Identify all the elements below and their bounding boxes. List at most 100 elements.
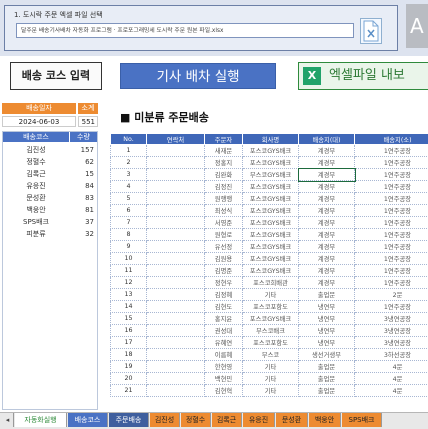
table-cell[interactable]: 20 — [111, 373, 147, 385]
table-cell[interactable]: 기타 — [243, 289, 299, 301]
table-cell[interactable]: 3냉연공장 — [355, 337, 428, 349]
table-cell[interactable]: 출업문 — [299, 289, 355, 301]
table-cell[interactable]: 김명준 — [205, 265, 243, 277]
table-row[interactable]: 11 김명준포스코GYS배크계경부1연주공장 — [111, 265, 428, 277]
column-header[interactable]: 주문자 — [205, 134, 243, 145]
table-cell[interactable] — [147, 193, 205, 205]
table-cell[interactable]: 냉연부 — [299, 325, 355, 337]
table-cell[interactable]: 1 — [111, 145, 147, 157]
table-cell[interactable]: 계경부 — [299, 265, 355, 277]
table-cell[interactable]: 냉연부 — [299, 301, 355, 313]
table-cell[interactable] — [147, 325, 205, 337]
table-row[interactable]: 15홍지윤포스코GYS배크냉연부3냉연공장 — [111, 313, 428, 325]
route-name[interactable]: 김록근 — [3, 169, 69, 181]
sheet-tab[interactable]: 정혈수 — [181, 413, 211, 427]
table-cell[interactable]: 출업문 — [299, 373, 355, 385]
table-cell[interactable]: 포스코GYS배크 — [243, 181, 299, 193]
table-cell[interactable]: 1연주공장 — [355, 193, 428, 205]
open-file-icon[interactable] — [360, 18, 382, 44]
tab-scroll-left[interactable]: ◂ — [2, 413, 14, 427]
table-cell[interactable]: 냉연부 — [299, 337, 355, 349]
table-cell[interactable] — [147, 145, 205, 157]
table-cell[interactable]: 새재문 — [205, 145, 243, 157]
table-cell[interactable]: 권성대 — [205, 325, 243, 337]
table-row[interactable]: 3김완화부스코GYS배크계경부1연주공장 — [111, 169, 428, 181]
table-cell[interactable]: 7 — [111, 217, 147, 229]
table-cell[interactable]: 1연주공장 — [355, 169, 428, 181]
table-cell[interactable]: 계경부 — [299, 229, 355, 241]
table-row[interactable]: 20 백현민기타출업문4문 — [111, 373, 428, 385]
table-cell[interactable]: 김현혁 — [205, 385, 243, 397]
table-cell[interactable]: 3하선공장 — [355, 349, 428, 361]
table-cell[interactable]: 3냉연공장 — [355, 313, 428, 325]
table-row[interactable]: 13김정혜기타출업문2문 — [111, 289, 428, 301]
table-cell[interactable]: 계경부 — [299, 277, 355, 289]
table-cell[interactable]: 14 — [111, 301, 147, 313]
table-cell[interactable]: 포스코GYS배크 — [243, 193, 299, 205]
column-header[interactable]: 연락처 — [147, 134, 205, 145]
table-row[interactable]: 16권성대부스코배크냉연부3냉연공장 — [111, 325, 428, 337]
table-cell[interactable]: 출업문 — [299, 361, 355, 373]
sheet-tab[interactable]: 김록근 — [212, 413, 242, 427]
table-cell[interactable] — [147, 241, 205, 253]
table-cell[interactable]: 10 — [111, 253, 147, 265]
table-cell[interactable]: 3 — [111, 169, 147, 181]
sheet-tab[interactable]: 주문배송 — [109, 413, 149, 427]
table-cell[interactable]: 포스코GYS배크 — [243, 265, 299, 277]
table-row[interactable]: 7서영준포스코GYS배크계경부1연주공장 — [111, 217, 428, 229]
sheet-tab[interactable]: 문성환 — [276, 413, 308, 427]
table-cell[interactable]: 4 — [111, 181, 147, 193]
table-cell[interactable] — [147, 205, 205, 217]
table-row[interactable]: 2정홍지포스코GYS배크계경부1연주공장 — [111, 157, 428, 169]
table-cell[interactable]: 부스코 — [243, 349, 299, 361]
table-cell[interactable]: 김정혜 — [205, 289, 243, 301]
table-cell[interactable] — [147, 385, 205, 397]
table-row[interactable]: 19한현영기타출업문4문 — [111, 361, 428, 373]
delivery-date-value[interactable]: 2024-06-03 — [2, 116, 76, 127]
table-cell[interactable]: 포스코희배관 — [243, 277, 299, 289]
table-cell[interactable]: 11 — [111, 265, 147, 277]
table-cell[interactable] — [147, 265, 205, 277]
table-row[interactable]: 12 정현우포스코희배관계경부1연주공장 — [111, 277, 428, 289]
table-cell[interactable]: 12 — [111, 277, 147, 289]
route-name[interactable]: 정혈수 — [3, 157, 69, 169]
table-cell[interactable]: 김현도 — [205, 301, 243, 313]
table-cell[interactable]: 냉연부 — [299, 313, 355, 325]
table-cell[interactable] — [147, 373, 205, 385]
table-cell[interactable] — [147, 349, 205, 361]
route-name[interactable]: SPS배크 — [3, 217, 69, 229]
table-cell[interactable]: 17 — [111, 337, 147, 349]
table-cell[interactable]: 백현민 — [205, 373, 243, 385]
table-cell[interactable]: 한현영 — [205, 361, 243, 373]
table-cell[interactable]: 김완화 — [205, 169, 243, 181]
sheet-tab[interactable]: SPS배크 — [342, 413, 382, 427]
table-cell[interactable]: 16 — [111, 325, 147, 337]
column-header[interactable]: No. — [111, 134, 147, 145]
table-cell[interactable]: 기타 — [243, 385, 299, 397]
table-cell[interactable]: 계경부 — [299, 241, 355, 253]
table-cell[interactable]: 정현우 — [205, 277, 243, 289]
column-header[interactable]: 배송지(대) — [299, 134, 355, 145]
table-cell[interactable]: 원행행 — [205, 193, 243, 205]
sheet-tab[interactable]: 김진성 — [150, 413, 180, 427]
table-row[interactable]: 6최성식포스코GYS배크계경부1연주공장 — [111, 205, 428, 217]
table-cell[interactable]: 포스코GYS배크 — [243, 157, 299, 169]
route-input-button[interactable]: 배송 코스 입력 — [10, 62, 102, 90]
table-cell[interactable]: 포스코GYS배크 — [243, 229, 299, 241]
table-cell[interactable]: 포스코GYS배크 — [243, 205, 299, 217]
table-cell[interactable]: 1연주공장 — [355, 277, 428, 289]
table-row[interactable]: 17유혜연포스코포항도냉연부3냉연공장 — [111, 337, 428, 349]
table-cell[interactable]: 최성식 — [205, 205, 243, 217]
table-cell[interactable]: 계경부 — [299, 205, 355, 217]
table-cell[interactable]: 포스코GYS배크 — [243, 145, 299, 157]
table-cell[interactable]: 1연주공장 — [355, 265, 428, 277]
sheet-tab[interactable]: 자동화실행 — [15, 413, 67, 427]
table-cell[interactable]: 기타 — [243, 373, 299, 385]
table-cell[interactable]: 1연주공장 — [355, 145, 428, 157]
table-cell[interactable]: 13 — [111, 289, 147, 301]
table-cell[interactable]: 1연주공장 — [355, 241, 428, 253]
table-cell[interactable]: 부스코배크 — [243, 325, 299, 337]
table-row[interactable]: 5원행행포스코GYS배크계경부1연주공장 — [111, 193, 428, 205]
table-row[interactable]: 4김정진포스코GYS배크계경부1연주공장 — [111, 181, 428, 193]
table-cell[interactable]: 4문 — [355, 373, 428, 385]
